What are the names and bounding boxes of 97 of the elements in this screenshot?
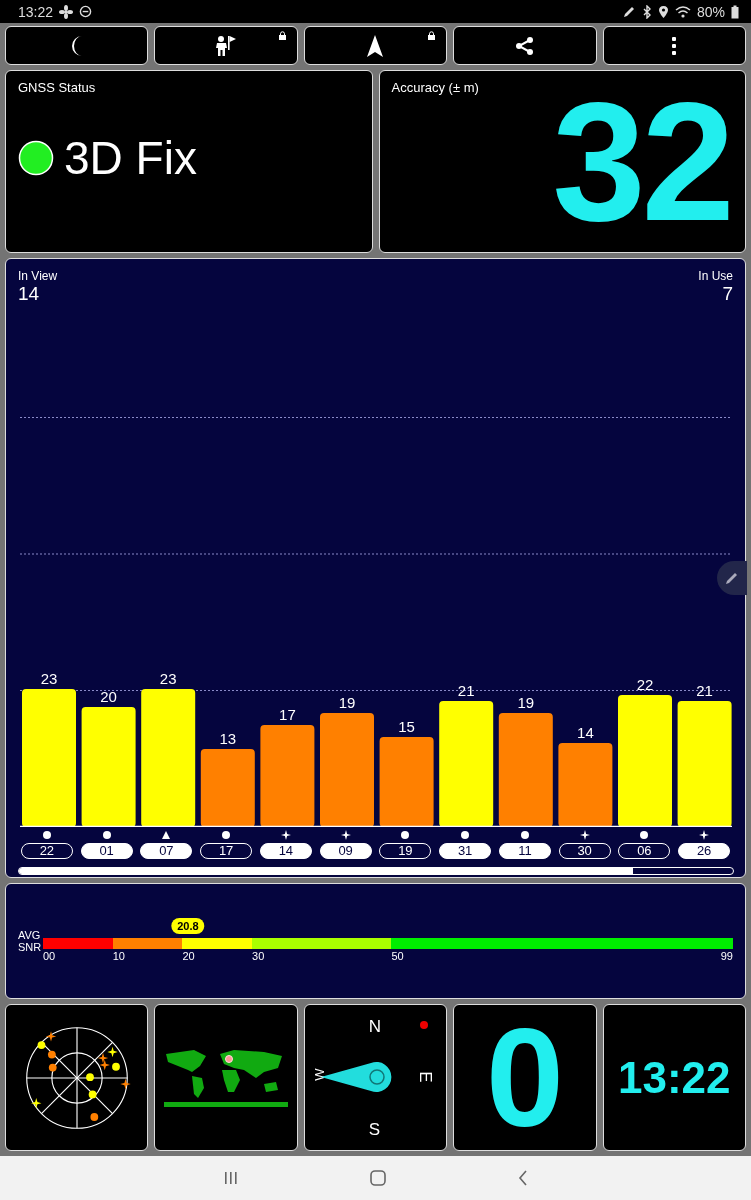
in-view-count: 14 [18,283,41,305]
in-use-label: In Use [698,269,733,283]
satellite-star [107,1046,118,1057]
recent-apps-icon [223,1171,238,1185]
star-icon [699,830,710,840]
bar-value: 19 [338,694,355,711]
satellite-id: 14 [259,843,312,859]
west-label: W [311,1068,327,1081]
triangle-icon [161,830,172,840]
snr-label: SNR [18,941,43,953]
south-label: S [368,1120,381,1140]
battery-icon [731,4,739,19]
fix-status: 3D Fix [64,131,197,185]
location-icon [657,4,669,19]
avg-label: AVG [18,929,42,941]
bar-value: 22 [636,676,653,693]
in-view-label: In View [18,269,58,283]
pen-icon [621,4,636,19]
clock-time: 13:22 [618,1052,731,1103]
more-options-icon [671,35,678,56]
bar-value: 21 [457,682,475,699]
card-title: Accuracy (± m) [390,79,480,95]
dot-icon [41,830,52,840]
night-mode-button[interactable] [5,26,149,65]
satellite-star [97,1052,108,1063]
scale-tick-label: 20 [182,950,195,962]
satellite-dot [48,1063,57,1071]
satellite-dot [111,1062,120,1071]
satellite-star [99,1059,110,1070]
satellite-star [30,1097,42,1108]
dot-icon [221,830,232,840]
marker-dot-icon [420,1021,429,1029]
clock-tile[interactable]: 13:22 [602,1004,746,1151]
status-time: 13:22 [18,3,54,20]
fan-icon [59,4,74,19]
satellite-star [120,1078,131,1089]
satellite-id: 09 [319,843,372,859]
bar-value: 20 [99,688,117,705]
satellite-id: 26 [678,843,731,859]
satellite-dot [85,1072,94,1081]
satellite-dot [37,1040,46,1049]
scale-tick-label: 00 [43,950,56,962]
scale-tick-label: 10 [112,950,125,962]
dot-icon [400,830,411,840]
wifi-icon [674,4,691,19]
scale-tick-label: 99 [720,950,733,962]
east-label: E [414,1071,435,1083]
speed-tile[interactable]: 0 [453,1004,597,1151]
bar-value: 19 [516,694,534,711]
bar-value: 14 [576,724,594,741]
dot-icon [101,830,112,840]
geocache-button[interactable] [154,26,298,65]
satellite-dot [88,1090,97,1098]
satellite-id: 11 [498,843,551,859]
sky-view-tile[interactable] [5,1004,149,1151]
north-label: N [368,1017,382,1037]
scale-tick-label: 50 [391,950,404,962]
satellite-id: 07 [140,843,193,859]
dot-icon [519,830,530,840]
pencil-icon [725,571,739,585]
star-icon [579,830,590,840]
navigation-arrow-icon [366,33,385,58]
bar-value: 17 [278,706,296,723]
card-title: GNSS Status [17,79,97,95]
home-icon [369,1170,386,1186]
back-icon [517,1170,528,1186]
bar-value: 13 [218,730,236,747]
share-icon [514,35,535,56]
bar-value: 23 [40,670,57,687]
satellite-id: 31 [439,843,492,859]
battery-percent: 80% [696,3,725,20]
satellite-dot [90,1112,98,1121]
moon-icon [70,34,83,57]
compass-tile[interactable]: N E S W [303,1004,448,1151]
satellite-id: 01 [80,843,133,859]
lock-icon [277,31,287,40]
speed-value: 0 [485,1007,564,1148]
edit-button[interactable] [717,561,747,595]
dot-icon [639,830,650,840]
bar-value: 15 [397,718,415,735]
star-icon [340,830,351,840]
snr-average-marker: 20.8 [171,918,205,934]
satellite-star [45,1030,56,1042]
scale-tick-label: 30 [252,950,265,962]
more-options-button[interactable] [602,26,746,65]
bar-value: 21 [695,682,713,699]
accuracy-value: 32 [552,78,731,246]
navigation-button[interactable] [303,26,448,65]
star-icon [280,830,291,840]
dot-icon [460,830,471,840]
lock-icon [427,31,437,40]
share-button[interactable] [453,26,597,65]
bar-value: 23 [159,670,177,687]
in-use-count: 7 [722,283,733,305]
bluetooth-icon [641,4,652,19]
world-map-tile[interactable] [154,1004,298,1151]
do-not-disturb-icon [79,5,93,18]
